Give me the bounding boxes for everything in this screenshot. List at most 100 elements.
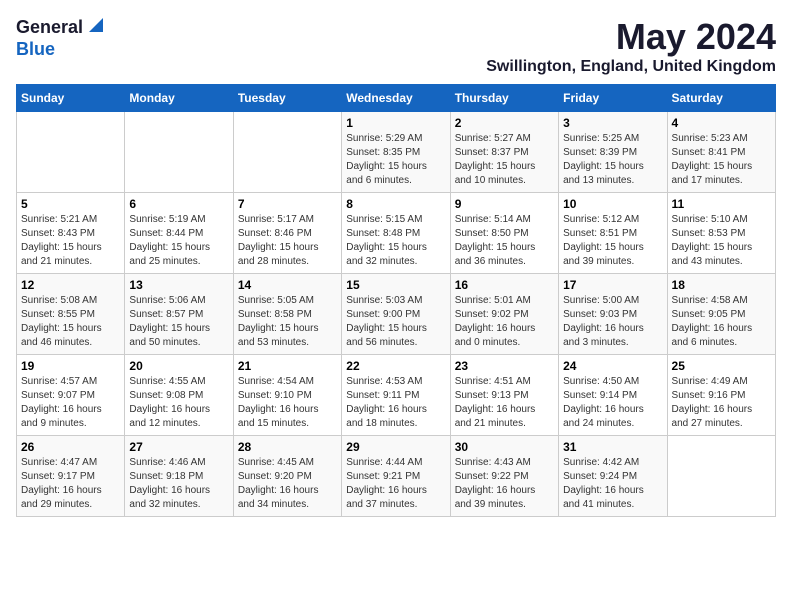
calendar-cell: 29Sunrise: 4:44 AM Sunset: 9:21 PM Dayli… bbox=[342, 436, 450, 517]
location-title: Swillington, England, United Kingdom bbox=[486, 58, 776, 76]
day-number: 5 bbox=[21, 197, 120, 211]
day-number: 21 bbox=[238, 359, 337, 373]
calendar-cell: 7 Sunrise: 5:17 AM Sunset: 8:46 PM Daylig… bbox=[233, 193, 341, 274]
day-info: Sunrise: 5:21 AM Sunset: 8:43 PM Dayligh… bbox=[21, 213, 120, 269]
calendar-cell: 13 Sunrise: 5:06 AM Sunset: 8:57 PM Dayli… bbox=[125, 274, 233, 355]
calendar-cell: 20 Sunrise: 4:55 AM Sunset: 9:08 PM Dayli… bbox=[125, 355, 233, 436]
day-number: 15 bbox=[346, 278, 445, 292]
day-info: Sunrise: 5:19 AM Sunset: 8:44 PM Dayligh… bbox=[129, 213, 228, 269]
calendar-cell: 14Sunrise: 5:05 AM Sunset: 8:58 PM Dayli… bbox=[233, 274, 341, 355]
day-number: 30 bbox=[455, 440, 554, 454]
calendar-week-row: 5 Sunrise: 5:21 AM Sunset: 8:43 PM Daylig… bbox=[17, 193, 776, 274]
day-number: 19 bbox=[21, 359, 120, 373]
day-number: 10 bbox=[563, 197, 662, 211]
day-info: Sunrise: 5:01 AM Sunset: 9:02 PM Dayligh… bbox=[455, 294, 554, 350]
calendar-cell: 11 Sunrise: 5:10 AM Sunset: 8:53 PM Dayli… bbox=[667, 193, 775, 274]
calendar-cell: 31Sunrise: 4:42 AM Sunset: 9:24 PM Dayli… bbox=[559, 436, 667, 517]
logo-blue-text: Blue bbox=[16, 39, 55, 60]
day-info: Sunrise: 5:00 AM Sunset: 9:03 PM Dayligh… bbox=[563, 294, 662, 350]
day-number: 9 bbox=[455, 197, 554, 211]
header-row: SundayMondayTuesdayWednesdayThursdayFrid… bbox=[17, 85, 776, 112]
calendar-cell: 27Sunrise: 4:46 AM Sunset: 9:18 PM Dayli… bbox=[125, 436, 233, 517]
calendar-cell: 16 Sunrise: 5:01 AM Sunset: 9:02 PM Dayli… bbox=[450, 274, 558, 355]
calendar-cell: 25 Sunrise: 4:49 AM Sunset: 9:16 PM Dayli… bbox=[667, 355, 775, 436]
day-number: 3 bbox=[563, 116, 662, 130]
calendar-cell: 8Sunrise: 5:15 AM Sunset: 8:48 PM Daylig… bbox=[342, 193, 450, 274]
day-number: 16 bbox=[455, 278, 554, 292]
day-number: 26 bbox=[21, 440, 120, 454]
calendar-cell: 15Sunrise: 5:03 AM Sunset: 9:00 PM Dayli… bbox=[342, 274, 450, 355]
day-info: Sunrise: 4:50 AM Sunset: 9:14 PM Dayligh… bbox=[563, 375, 662, 431]
day-info: Sunrise: 5:14 AM Sunset: 8:50 PM Dayligh… bbox=[455, 213, 554, 269]
day-info: Sunrise: 5:15 AM Sunset: 8:48 PM Dayligh… bbox=[346, 213, 445, 269]
calendar-week-row: 1 Sunrise: 5:29 AM Sunset: 8:35 PM Daylig… bbox=[17, 112, 776, 193]
day-number: 24 bbox=[563, 359, 662, 373]
day-number: 1 bbox=[346, 116, 445, 130]
calendar-cell bbox=[17, 112, 125, 193]
calendar-cell: 21 Sunrise: 4:54 AM Sunset: 9:10 PM Dayli… bbox=[233, 355, 341, 436]
day-number: 18 bbox=[672, 278, 771, 292]
day-info: Sunrise: 4:43 AM Sunset: 9:22 PM Dayligh… bbox=[455, 456, 554, 512]
calendar-header: SundayMondayTuesdayWednesdayThursdayFrid… bbox=[17, 85, 776, 112]
calendar-cell: 10 Sunrise: 5:12 AM Sunset: 8:51 PM Dayli… bbox=[559, 193, 667, 274]
logo-triangle-icon bbox=[85, 16, 103, 34]
day-number: 12 bbox=[21, 278, 120, 292]
calendar-cell: 2 Sunrise: 5:27 AM Sunset: 8:37 PM Daylig… bbox=[450, 112, 558, 193]
calendar-cell: 4 Sunrise: 5:23 AM Sunset: 8:41 PM Daylig… bbox=[667, 112, 775, 193]
calendar-cell: 1 Sunrise: 5:29 AM Sunset: 8:35 PM Daylig… bbox=[342, 112, 450, 193]
day-number: 25 bbox=[672, 359, 771, 373]
day-info: Sunrise: 5:08 AM Sunset: 8:55 PM Dayligh… bbox=[21, 294, 120, 350]
day-info: Sunrise: 4:45 AM Sunset: 9:20 PM Dayligh… bbox=[238, 456, 337, 512]
calendar-table: SundayMondayTuesdayWednesdayThursdayFrid… bbox=[16, 84, 776, 517]
day-number: 28 bbox=[238, 440, 337, 454]
day-info: Sunrise: 4:58 AM Sunset: 9:05 PM Dayligh… bbox=[672, 294, 771, 350]
day-number: 29 bbox=[346, 440, 445, 454]
day-info: Sunrise: 5:10 AM Sunset: 8:53 PM Dayligh… bbox=[672, 213, 771, 269]
day-of-week-header: Wednesday bbox=[342, 85, 450, 112]
day-number: 17 bbox=[563, 278, 662, 292]
calendar-cell: 12 Sunrise: 5:08 AM Sunset: 8:55 PM Dayli… bbox=[17, 274, 125, 355]
day-of-week-header: Monday bbox=[125, 85, 233, 112]
day-info: Sunrise: 4:47 AM Sunset: 9:17 PM Dayligh… bbox=[21, 456, 120, 512]
calendar-cell: 5 Sunrise: 5:21 AM Sunset: 8:43 PM Daylig… bbox=[17, 193, 125, 274]
day-info: Sunrise: 4:54 AM Sunset: 9:10 PM Dayligh… bbox=[238, 375, 337, 431]
month-title: May 2024 bbox=[486, 16, 776, 58]
day-info: Sunrise: 5:05 AM Sunset: 8:58 PM Dayligh… bbox=[238, 294, 337, 350]
calendar-cell: 17 Sunrise: 5:00 AM Sunset: 9:03 PM Dayli… bbox=[559, 274, 667, 355]
calendar-week-row: 19 Sunrise: 4:57 AM Sunset: 9:07 PM Dayli… bbox=[17, 355, 776, 436]
calendar-cell: 26 Sunrise: 4:47 AM Sunset: 9:17 PM Dayli… bbox=[17, 436, 125, 517]
day-number: 11 bbox=[672, 197, 771, 211]
day-number: 2 bbox=[455, 116, 554, 130]
day-number: 23 bbox=[455, 359, 554, 373]
day-info: Sunrise: 5:23 AM Sunset: 8:41 PM Dayligh… bbox=[672, 132, 771, 188]
day-info: Sunrise: 4:49 AM Sunset: 9:16 PM Dayligh… bbox=[672, 375, 771, 431]
day-info: Sunrise: 5:29 AM Sunset: 8:35 PM Dayligh… bbox=[346, 132, 445, 188]
day-info: Sunrise: 5:17 AM Sunset: 8:46 PM Dayligh… bbox=[238, 213, 337, 269]
calendar-cell bbox=[667, 436, 775, 517]
logo: General Blue bbox=[16, 16, 103, 60]
day-number: 7 bbox=[238, 197, 337, 211]
calendar-week-row: 12 Sunrise: 5:08 AM Sunset: 8:55 PM Dayli… bbox=[17, 274, 776, 355]
calendar-cell: 28 Sunrise: 4:45 AM Sunset: 9:20 PM Dayli… bbox=[233, 436, 341, 517]
day-info: Sunrise: 5:25 AM Sunset: 8:39 PM Dayligh… bbox=[563, 132, 662, 188]
day-info: Sunrise: 4:53 AM Sunset: 9:11 PM Dayligh… bbox=[346, 375, 445, 431]
day-of-week-header: Sunday bbox=[17, 85, 125, 112]
calendar-cell: 24 Sunrise: 4:50 AM Sunset: 9:14 PM Dayli… bbox=[559, 355, 667, 436]
calendar-cell: 6Sunrise: 5:19 AM Sunset: 8:44 PM Daylig… bbox=[125, 193, 233, 274]
day-info: Sunrise: 5:27 AM Sunset: 8:37 PM Dayligh… bbox=[455, 132, 554, 188]
calendar-cell: 19 Sunrise: 4:57 AM Sunset: 9:07 PM Dayli… bbox=[17, 355, 125, 436]
day-info: Sunrise: 5:12 AM Sunset: 8:51 PM Dayligh… bbox=[563, 213, 662, 269]
day-info: Sunrise: 5:06 AM Sunset: 8:57 PM Dayligh… bbox=[129, 294, 228, 350]
calendar-cell bbox=[233, 112, 341, 193]
day-number: 20 bbox=[129, 359, 228, 373]
day-of-week-header: Thursday bbox=[450, 85, 558, 112]
day-info: Sunrise: 4:57 AM Sunset: 9:07 PM Dayligh… bbox=[21, 375, 120, 431]
day-number: 13 bbox=[129, 278, 228, 292]
day-info: Sunrise: 4:46 AM Sunset: 9:18 PM Dayligh… bbox=[129, 456, 228, 512]
calendar-cell: 3 Sunrise: 5:25 AM Sunset: 8:39 PM Daylig… bbox=[559, 112, 667, 193]
day-info: Sunrise: 4:55 AM Sunset: 9:08 PM Dayligh… bbox=[129, 375, 228, 431]
calendar-cell: 30 Sunrise: 4:43 AM Sunset: 9:22 PM Dayli… bbox=[450, 436, 558, 517]
day-info: Sunrise: 4:42 AM Sunset: 9:24 PM Dayligh… bbox=[563, 456, 662, 512]
day-number: 4 bbox=[672, 116, 771, 130]
day-of-week-header: Friday bbox=[559, 85, 667, 112]
